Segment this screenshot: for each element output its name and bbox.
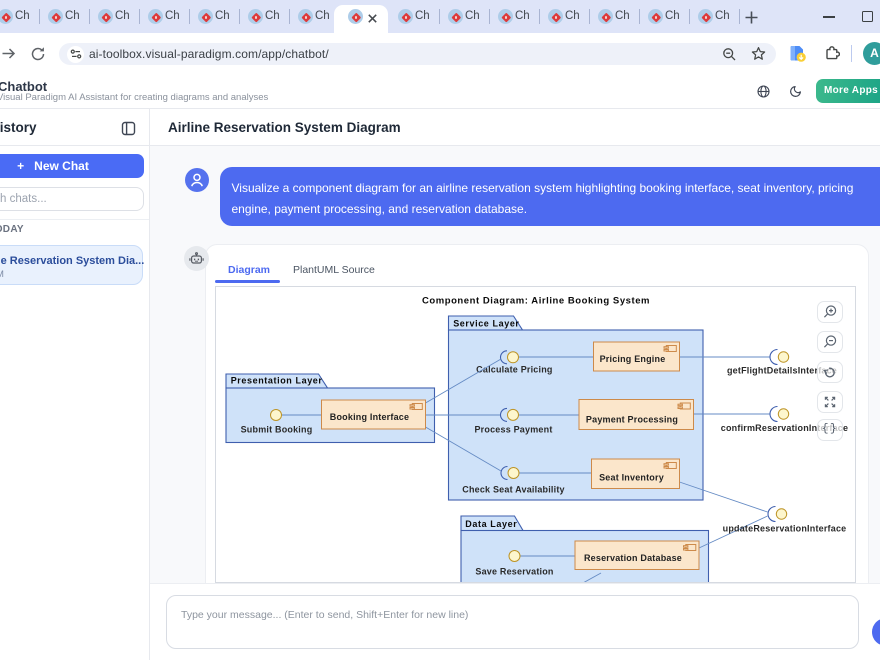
svg-text:Pricing Engine: Pricing Engine (600, 354, 666, 364)
svg-text:Payment Processing: Payment Processing (586, 415, 678, 425)
svg-text:Seat Inventory: Seat Inventory (599, 473, 664, 483)
svg-text:Submit Booking: Submit Booking (241, 424, 313, 434)
svg-text:Calculate Pricing: Calculate Pricing (476, 364, 552, 374)
svg-text:Service Layer: Service Layer (453, 318, 519, 328)
svg-text:Component Diagram: Airline Boo: Component Diagram: Airline Booking Syste… (422, 296, 650, 307)
svg-text:Check Seat Availability: Check Seat Availability (462, 484, 564, 494)
svg-text:Presentation Layer: Presentation Layer (231, 376, 323, 386)
svg-text:Booking Interface: Booking Interface (330, 412, 409, 422)
svg-text:Save Reservation: Save Reservation (475, 567, 553, 577)
svg-text:updateReservationInterface: updateReservationInterface (723, 524, 847, 534)
svg-text:Data Layer: Data Layer (465, 519, 517, 529)
svg-text:Process Payment: Process Payment (474, 424, 552, 434)
svg-text:Reservation Database: Reservation Database (584, 553, 682, 563)
